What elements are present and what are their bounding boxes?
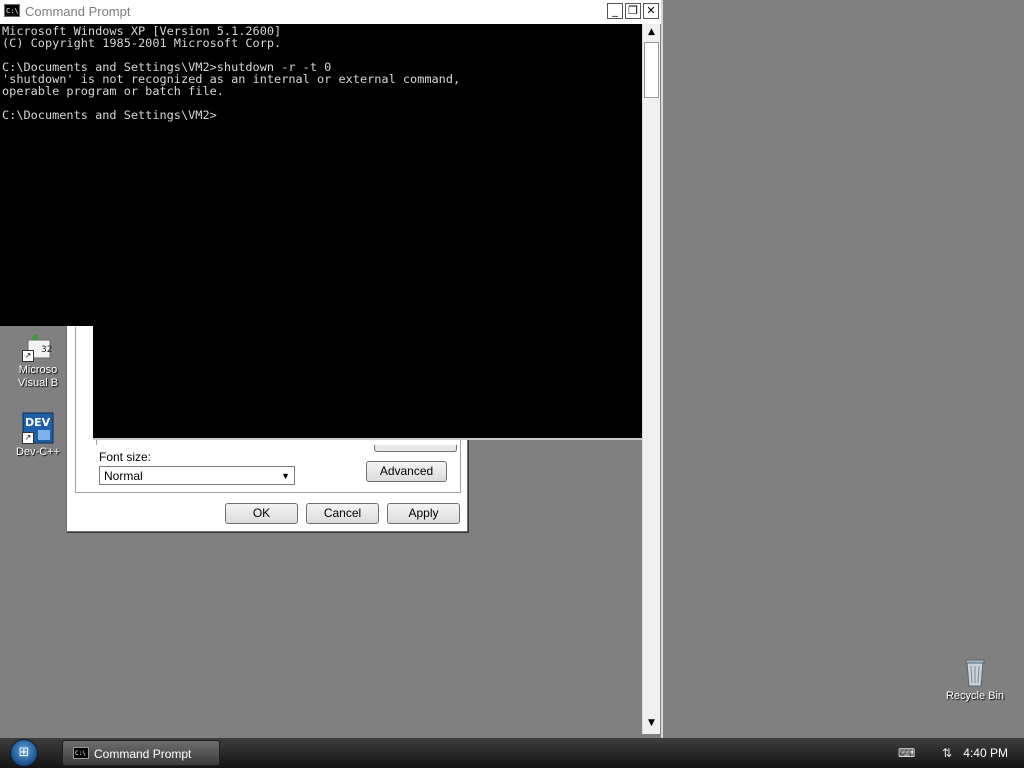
console-output-lower[interactable] — [93, 326, 642, 438]
console-text: Microsoft Windows XP [Version 5.1.2600] … — [2, 25, 460, 121]
minimize-button[interactable]: _ — [607, 3, 623, 19]
console-line: (C) Copyright 1985-2001 Microsoft Corp. — [2, 36, 282, 50]
clock[interactable]: 4:40 PM — [963, 746, 1008, 760]
title-bar[interactable]: C:\ Command Prompt _ ❐ ✕ — [0, 0, 661, 24]
desktop-icon-recycle-bin[interactable]: Recycle Bin — [937, 656, 1013, 703]
command-prompt-icon: C:\ — [4, 4, 20, 17]
up-arrow-icon: ▲ — [648, 27, 655, 37]
vertical-scrollbar[interactable]: ▲ ▼ — [642, 24, 660, 734]
close-icon: ✕ — [646, 4, 656, 17]
command-prompt-icon: C:\ — [73, 747, 89, 759]
system-tray: ⌨ ⇅ 4:40 PM — [884, 738, 1024, 768]
minimize-icon: _ — [612, 4, 618, 17]
scrollbar-thumb[interactable] — [644, 42, 659, 98]
console-output[interactable]: Microsoft Windows XP [Version 5.1.2600] … — [0, 24, 642, 326]
keyboard-icon[interactable]: ⌨ — [898, 746, 915, 760]
windows-logo-icon: ⊞ — [18, 745, 30, 760]
console-bottom-edge — [93, 438, 642, 440]
console-line: operable program or batch file. — [2, 84, 224, 98]
taskbar: ⊞ C:\ Command Prompt ⌨ ⇅ 4:40 PM — [0, 738, 1024, 768]
taskbar-item-label: Command Prompt — [94, 747, 192, 761]
desktop-icon-label: Recycle Bin — [945, 690, 1005, 702]
down-arrow-icon: ▼ — [648, 718, 655, 728]
close-button[interactable]: ✕ — [643, 3, 659, 19]
scroll-up-button[interactable]: ▲ — [644, 25, 659, 40]
window-title: Command Prompt — [25, 4, 131, 19]
restore-button[interactable]: ❐ — [625, 3, 641, 19]
taskbar-item-command-prompt[interactable]: C:\ Command Prompt — [62, 740, 220, 766]
restore-icon: ❐ — [628, 4, 638, 17]
scroll-down-button[interactable]: ▼ — [644, 716, 659, 731]
command-prompt-window: C:\ Command Prompt _ ❐ ✕ Microsoft Windo… — [0, 0, 663, 738]
start-button[interactable]: ⊞ — [10, 739, 38, 767]
console-prompt-line: C:\Documents and Settings\VM2> — [2, 108, 217, 122]
network-icon[interactable]: ⇅ — [942, 746, 952, 760]
recycle-bin-icon — [959, 656, 991, 688]
